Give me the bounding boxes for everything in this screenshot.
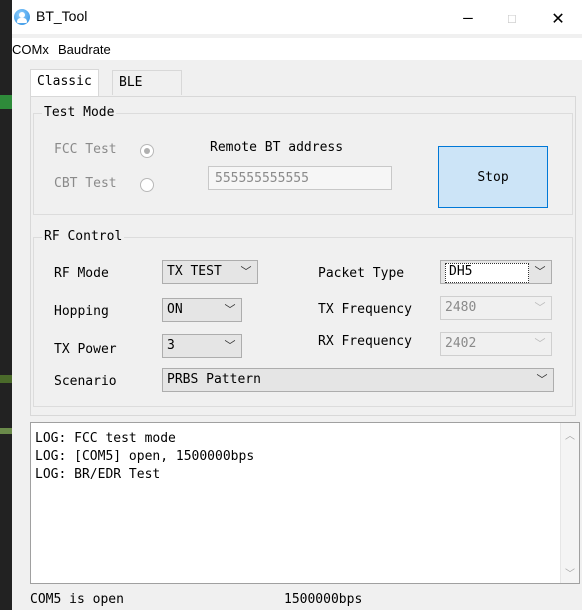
chevron-down-icon: ﹀ [536, 373, 548, 386]
test-mode-group: Test Mode FCC Test CBT Test Remote BT ad… [33, 105, 573, 215]
scroll-down-icon[interactable]: ﹀ [561, 563, 579, 581]
tab-classic[interactable]: Classic [30, 69, 99, 96]
log-line: LOG: [COM5] open, 1500000bps [35, 449, 255, 464]
background-highlight [0, 95, 12, 109]
tx-frequency-value: 2480 [445, 300, 477, 315]
packet-type-label: Packet Type [318, 266, 405, 281]
status-baudrate: 1500000bps [284, 592, 363, 607]
menu-bar: COMx Baudrate [12, 38, 582, 60]
maximize-button[interactable]: ☐ [490, 0, 534, 34]
scenario-select[interactable]: PRBS Pattern ﹀ [162, 368, 554, 392]
rf-control-group: RF Control RF Mode TX TEST ﹀ Packet Type… [33, 229, 573, 407]
fcc-test-radio[interactable] [140, 144, 154, 158]
classic-tab-panel: Test Mode FCC Test CBT Test Remote BT ad… [30, 96, 576, 416]
rf-mode-select[interactable]: TX TEST ﹀ [162, 260, 258, 284]
cbt-test-radio[interactable] [140, 178, 154, 192]
chevron-down-icon: ﹀ [534, 265, 546, 278]
chevron-down-icon: ﹀ [240, 265, 252, 278]
chevron-down-icon: ﹀ [534, 301, 546, 314]
tab-ble[interactable]: BLE [112, 70, 182, 95]
rx-frequency-select[interactable]: 2402 ﹀ [440, 332, 552, 356]
background-highlight [0, 428, 12, 434]
rx-frequency-label: RX Frequency [318, 334, 412, 349]
tx-frequency-label: TX Frequency [318, 302, 412, 317]
fcc-test-label: FCC Test [54, 142, 117, 157]
hopping-label: Hopping [54, 304, 109, 319]
test-mode-title: Test Mode [42, 105, 117, 120]
chevron-down-icon: ﹀ [534, 337, 546, 350]
scroll-up-icon[interactable]: ︿ [561, 425, 579, 443]
packet-type-value: DH5 [445, 263, 529, 283]
menu-baudrate[interactable]: Baudrate [58, 42, 111, 57]
log-line: LOG: FCC test mode [35, 431, 176, 446]
scenario-value: PRBS Pattern [167, 372, 261, 387]
cbt-test-label: CBT Test [54, 176, 117, 191]
packet-type-select[interactable]: DH5 ﹀ [440, 260, 552, 284]
tx-frequency-select[interactable]: 2480 ﹀ [440, 296, 552, 320]
bt-tool-window: BT_Tool — ☐ ✕ COMx Baudrate Classic BLE … [12, 0, 582, 610]
tx-power-select[interactable]: 3 ﹀ [162, 334, 242, 358]
menu-comx[interactable]: COMx [12, 42, 49, 57]
status-port: COM5 is open [30, 592, 124, 607]
chevron-down-icon: ﹀ [224, 339, 236, 352]
rx-frequency-value: 2402 [445, 336, 477, 351]
log-textarea[interactable]: LOG: FCC test mode LOG: [COM5] open, 150… [30, 422, 580, 584]
background-highlight [0, 375, 12, 383]
close-button[interactable]: ✕ [536, 0, 580, 34]
log-line: LOG: BR/EDR Test [35, 467, 161, 482]
background-terminal-strip [0, 0, 12, 610]
remote-bt-address-input[interactable]: 555555555555 [208, 166, 392, 190]
log-scrollbar[interactable]: ︿ ﹀ [560, 423, 579, 583]
rf-mode-label: RF Mode [54, 266, 109, 281]
remote-bt-address-label: Remote BT address [210, 140, 344, 155]
tx-power-value: 3 [167, 338, 175, 353]
hopping-value: ON [167, 302, 183, 317]
stop-button[interactable]: Stop [438, 146, 548, 208]
tx-power-label: TX Power [54, 342, 117, 357]
minimize-button[interactable]: — [446, 0, 490, 34]
scenario-label: Scenario [54, 374, 117, 389]
rf-mode-value: TX TEST [167, 264, 222, 279]
chevron-down-icon: ﹀ [224, 303, 236, 316]
hopping-select[interactable]: ON ﹀ [162, 298, 242, 322]
window-title: BT_Tool [36, 8, 88, 24]
title-bar[interactable]: BT_Tool — ☐ ✕ [12, 0, 582, 34]
rf-control-title: RF Control [42, 229, 125, 244]
app-user-icon [14, 9, 30, 25]
